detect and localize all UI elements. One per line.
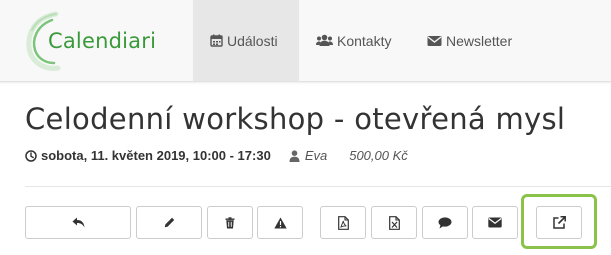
envelope-icon: [488, 217, 502, 228]
delete-button[interactable]: [207, 206, 253, 239]
excel-file-icon: [388, 215, 400, 230]
clock-icon: [25, 149, 37, 162]
highlight-box: [521, 194, 597, 249]
event-date: sobota, 11. květen 2019, 10:00 - 17:30: [41, 148, 271, 163]
envelope-icon: [427, 35, 442, 46]
nav-item-label: Kontakty: [337, 32, 392, 49]
edit-button[interactable]: [136, 206, 202, 239]
nav-item-contacts[interactable]: Kontakty: [299, 0, 408, 81]
brand-logo[interactable]: Calendiari: [22, 8, 172, 74]
event-price: 500,00 Kč: [349, 148, 408, 163]
comment-icon: [438, 216, 452, 228]
nav-item-label: Newsletter: [446, 32, 513, 49]
export-excel-button[interactable]: [371, 206, 417, 239]
back-button[interactable]: [25, 206, 131, 239]
users-icon: [316, 34, 333, 46]
nav-item-events[interactable]: Události: [193, 0, 299, 81]
user-icon: [289, 149, 300, 162]
email-button[interactable]: [472, 206, 518, 239]
page-title: Celodenní workshop - otevřená mysl: [25, 102, 566, 136]
export-pdf-button[interactable]: [320, 206, 366, 239]
brand-name: Calendiari: [48, 29, 157, 53]
nav-item-newsletter[interactable]: Newsletter: [410, 0, 529, 81]
pencil-icon: [164, 217, 174, 228]
divider: [25, 186, 611, 187]
warning-button[interactable]: [257, 206, 303, 239]
calendar-icon: [210, 34, 223, 47]
reply-icon: [72, 217, 84, 228]
nav-item-label: Události: [227, 32, 278, 49]
comment-button[interactable]: [422, 206, 468, 239]
event-author: Eva: [304, 148, 328, 163]
warning-icon: [273, 217, 287, 228]
navbar: Calendiari Události Kontakty Newsletter: [0, 0, 611, 82]
pdf-file-icon: [337, 215, 349, 230]
event-meta: sobota, 11. květen 2019, 10:00 - 17:30 E…: [25, 148, 408, 163]
trash-icon: [225, 216, 235, 228]
